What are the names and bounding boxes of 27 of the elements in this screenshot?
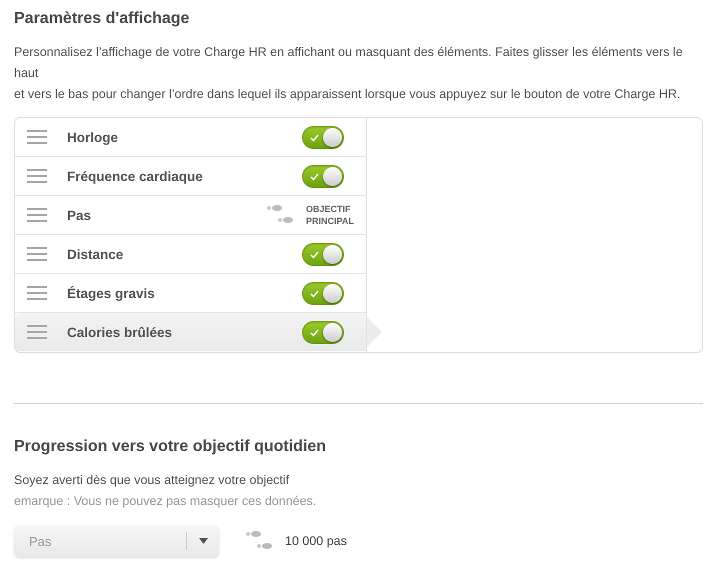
drag-handle-icon[interactable] [27,286,47,300]
footprints-icon [266,205,296,225]
toggle-switch[interactable] [302,320,344,344]
drag-handle-icon[interactable] [27,325,47,339]
check-icon [310,250,319,258]
check-icon [310,328,319,336]
section-title: Progression vers votre objectif quotidien [14,437,328,456]
drag-handle-icon[interactable] [27,208,47,222]
goal-value: 10 000 pas [285,534,347,548]
footprints-icon [245,531,275,551]
drag-handle-icon[interactable] [27,247,47,261]
note-text: emarque : Vous ne pouvez pas masquer ces données. [14,493,318,510]
check-icon [310,134,319,142]
caret-icon [198,538,208,544]
drag-handle-icon[interactable] [27,169,47,183]
toggle-switch[interactable] [302,126,344,148]
toggle-switch[interactable] [302,242,344,266]
drag-handle-icon[interactable] [27,130,47,144]
toggle-switch[interactable] [302,282,344,304]
check-icon [310,290,319,298]
check-icon [310,172,319,180]
description-text: Soyez averti dès que vous atteignez votre objectif [14,472,290,489]
goal-label: OBJECTIF PRINCIPAL [306,203,355,227]
section-title: Paramètres d'affichage [14,9,190,28]
description-text: et vers le bas pour changer l’ordre dans lequel ils apparaissent lorsque vous appuyez sur le bouton de votre Charge HR. [14,86,682,103]
display-item-row[interactable]: Calories brûlées [15,313,366,351]
toggle-switch[interactable] [302,164,344,188]
